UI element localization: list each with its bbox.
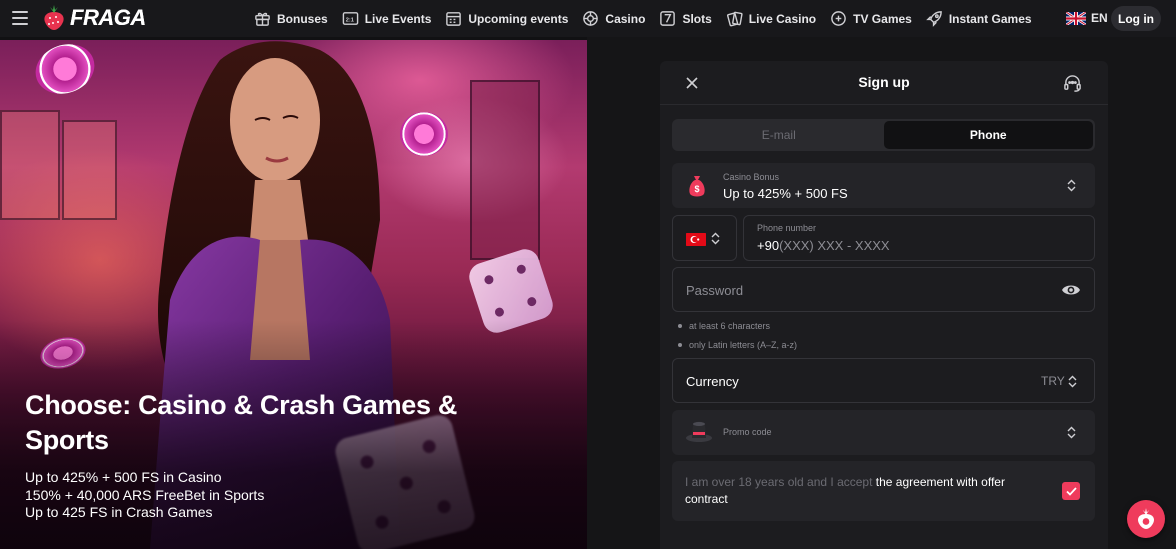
currency-select[interactable]: Currency TRY [672,358,1095,403]
hint-text: only Latin letters (A–Z, a-z) [689,340,798,350]
nav-label: Bonuses [277,11,328,26]
nav-label: Live Events [364,11,432,26]
cards-icon [726,11,743,27]
brand-name: FRAGA [70,5,146,30]
brand-logo[interactable]: FRAGA [42,5,146,31]
nav-label: TV Games [853,11,912,26]
slot-seven-icon [660,11,676,26]
money-bag-icon: $ [689,176,705,197]
hint-text: at least 6 characters [689,321,771,331]
promo-code-field[interactable]: Promo code [672,410,1095,455]
bonus-value: Up to 425% + 500 FS [723,186,848,201]
chat-support-button[interactable] [1127,500,1165,538]
tab-email[interactable]: E-mail [674,121,884,149]
currency-value: TRY [1041,374,1065,388]
roulette-icon [583,11,599,26]
modal-header: Sign up [660,61,1108,105]
password-hint: only Latin letters (A–Z, a-z) [678,340,797,350]
nav-instant-games[interactable]: Instant Games [926,10,1032,27]
gift-icon [255,12,270,26]
nav-casino[interactable]: Casino [582,10,645,27]
hero-offer-line: 150% + 40,000 ARS FreeBet in Sports [25,487,265,503]
phone-country-code: +90 [757,238,780,253]
hero-offer-line: Up to 425 FS in Crash Games [25,504,213,520]
main-nav: Bonuses 2:1 Live Events Upcoming events … [254,0,1046,37]
password-input[interactable]: Password [672,267,1095,312]
phone-label: Phone number [757,223,817,233]
chevron-updown-icon [1068,375,1077,388]
password-placeholder: Password [686,283,744,298]
nav-label: Live Casino [748,11,817,26]
phone-value: +90(XXX) XXX - XXXX [757,238,890,253]
checkmark-icon [1065,486,1077,496]
eye-icon[interactable] [1061,282,1081,298]
nav-label: Instant Games [948,11,1032,26]
nav-label: Casino [605,11,646,26]
nav-slots[interactable]: Slots [659,10,712,27]
language-selector[interactable]: EN [1066,11,1108,25]
live-events-icon: 2:1 [342,12,358,25]
strawberry-chat-icon [1138,508,1154,529]
agreement-prefix: I am over 18 years old and I accept [685,475,876,489]
nav-label: Upcoming events [468,11,569,26]
strawberry-logo-icon [44,5,64,30]
uk-flag-icon [1066,11,1086,25]
agreement-text: I am over 18 years old and I accept the … [685,474,1045,508]
agreement-checkbox[interactable] [1062,482,1080,500]
country-code-select[interactable] [672,215,737,261]
bonus-label: Casino Bonus [723,172,780,182]
magic-hat-icon [686,421,712,442]
chevron-updown-icon [1067,426,1076,439]
bonus-select[interactable]: $ Casino Bonus Up to 425% + 500 FS [672,163,1095,208]
turkey-flag-icon [686,233,706,246]
nav-bonuses[interactable]: Bonuses [254,10,328,27]
login-button[interactable]: Log in [1111,6,1161,31]
tab-phone[interactable]: Phone [883,121,1093,149]
svg-text:2:1: 2:1 [345,17,353,23]
password-hint: at least 6 characters [678,321,770,331]
top-navigation-bar: FRAGA Bonuses 2:1 Live Events Upcoming e… [0,0,1176,37]
nav-live-events[interactable]: 2:1 Live Events [342,10,432,27]
signup-method-tabs: E-mail Phone [672,119,1095,151]
nav-label: Slots [682,11,712,26]
phone-mask: (XXX) XXX - XXXX [779,238,890,253]
nav-upcoming-events[interactable]: Upcoming events [445,10,568,27]
promo-placeholder: Promo code [723,427,772,437]
support-headset-icon[interactable] [1063,74,1082,93]
modal-title: Sign up [858,74,910,90]
hero-offer-line: Up to 425% + 500 FS in Casino [25,469,222,485]
svg-text:$: $ [694,184,699,194]
agreement-row: I am over 18 years old and I accept the … [672,461,1095,521]
menu-icon[interactable] [12,11,28,25]
hero-banner: Choose: Casino & Crash Games & Sports Up… [0,40,587,549]
rocket-icon [926,11,942,27]
signup-modal: Sign up E-mail Phone $ Casino Bonus Up t… [660,61,1108,549]
nav-live-casino[interactable]: Live Casino [726,10,816,27]
tv-games-icon [831,11,846,26]
language-label: EN [1091,11,1108,25]
chevron-updown-icon [711,232,720,245]
hero-title: Choose: Casino & Crash Games & Sports [25,390,458,455]
nav-tv-games[interactable]: TV Games [830,10,912,27]
calendar-icon [446,12,462,26]
currency-label: Currency [686,374,739,389]
phone-number-input[interactable]: Phone number +90(XXX) XXX - XXXX [743,215,1095,261]
chevron-updown-icon [1067,179,1076,192]
